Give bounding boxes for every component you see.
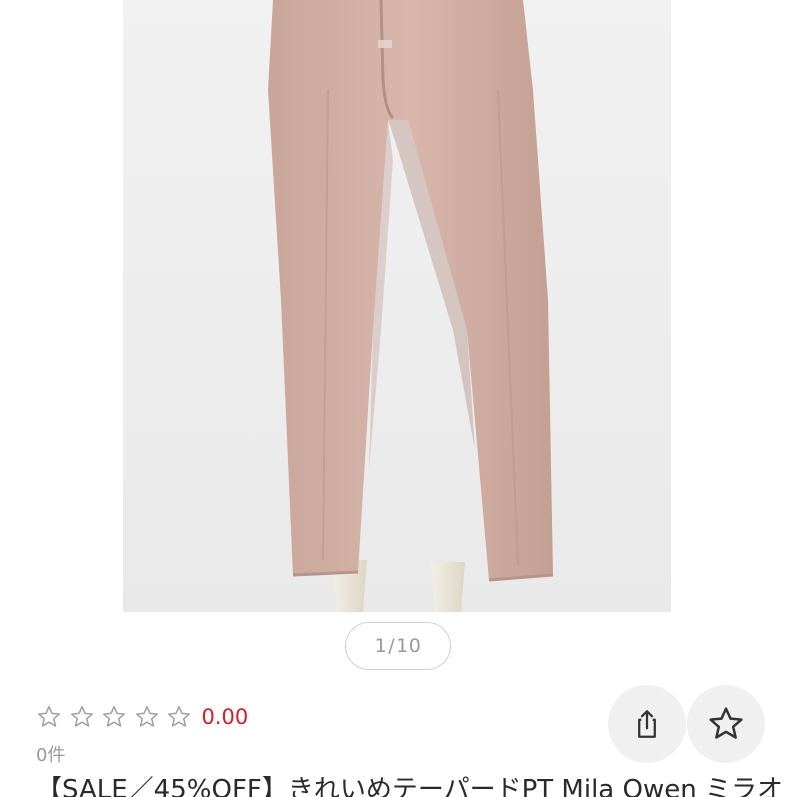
image-pager[interactable]: 1 / 10	[345, 622, 451, 670]
share-icon	[638, 710, 656, 738]
pants-illustration	[123, 0, 671, 612]
product-title: 【SALE／45%OFF】きれいめテーパードPT Mila Owen ミラオ	[36, 775, 783, 797]
star-empty-icon	[37, 705, 61, 727]
rating-value: 0.00	[201, 705, 249, 729]
pager-separator: /	[388, 635, 396, 657]
star-empty-icon	[135, 705, 158, 727]
star-empty-icon	[167, 705, 191, 727]
star-empty-icon	[102, 705, 126, 727]
product-image[interactable]	[123, 0, 671, 612]
favorite-button[interactable]	[687, 685, 765, 763]
rating-row: 0.00	[36, 700, 248, 734]
review-count[interactable]: 0件	[36, 741, 65, 767]
star-outline-icon	[709, 707, 743, 739]
share-button[interactable]	[608, 685, 686, 763]
pager-total: 10	[396, 635, 422, 657]
pager-current: 1	[374, 635, 388, 657]
star-empty-icon	[70, 705, 93, 727]
product-detail-screen: 1 / 10 0.00 0件 【SALE／45%OFF】きれいめテーパードPT …	[0, 0, 797, 797]
